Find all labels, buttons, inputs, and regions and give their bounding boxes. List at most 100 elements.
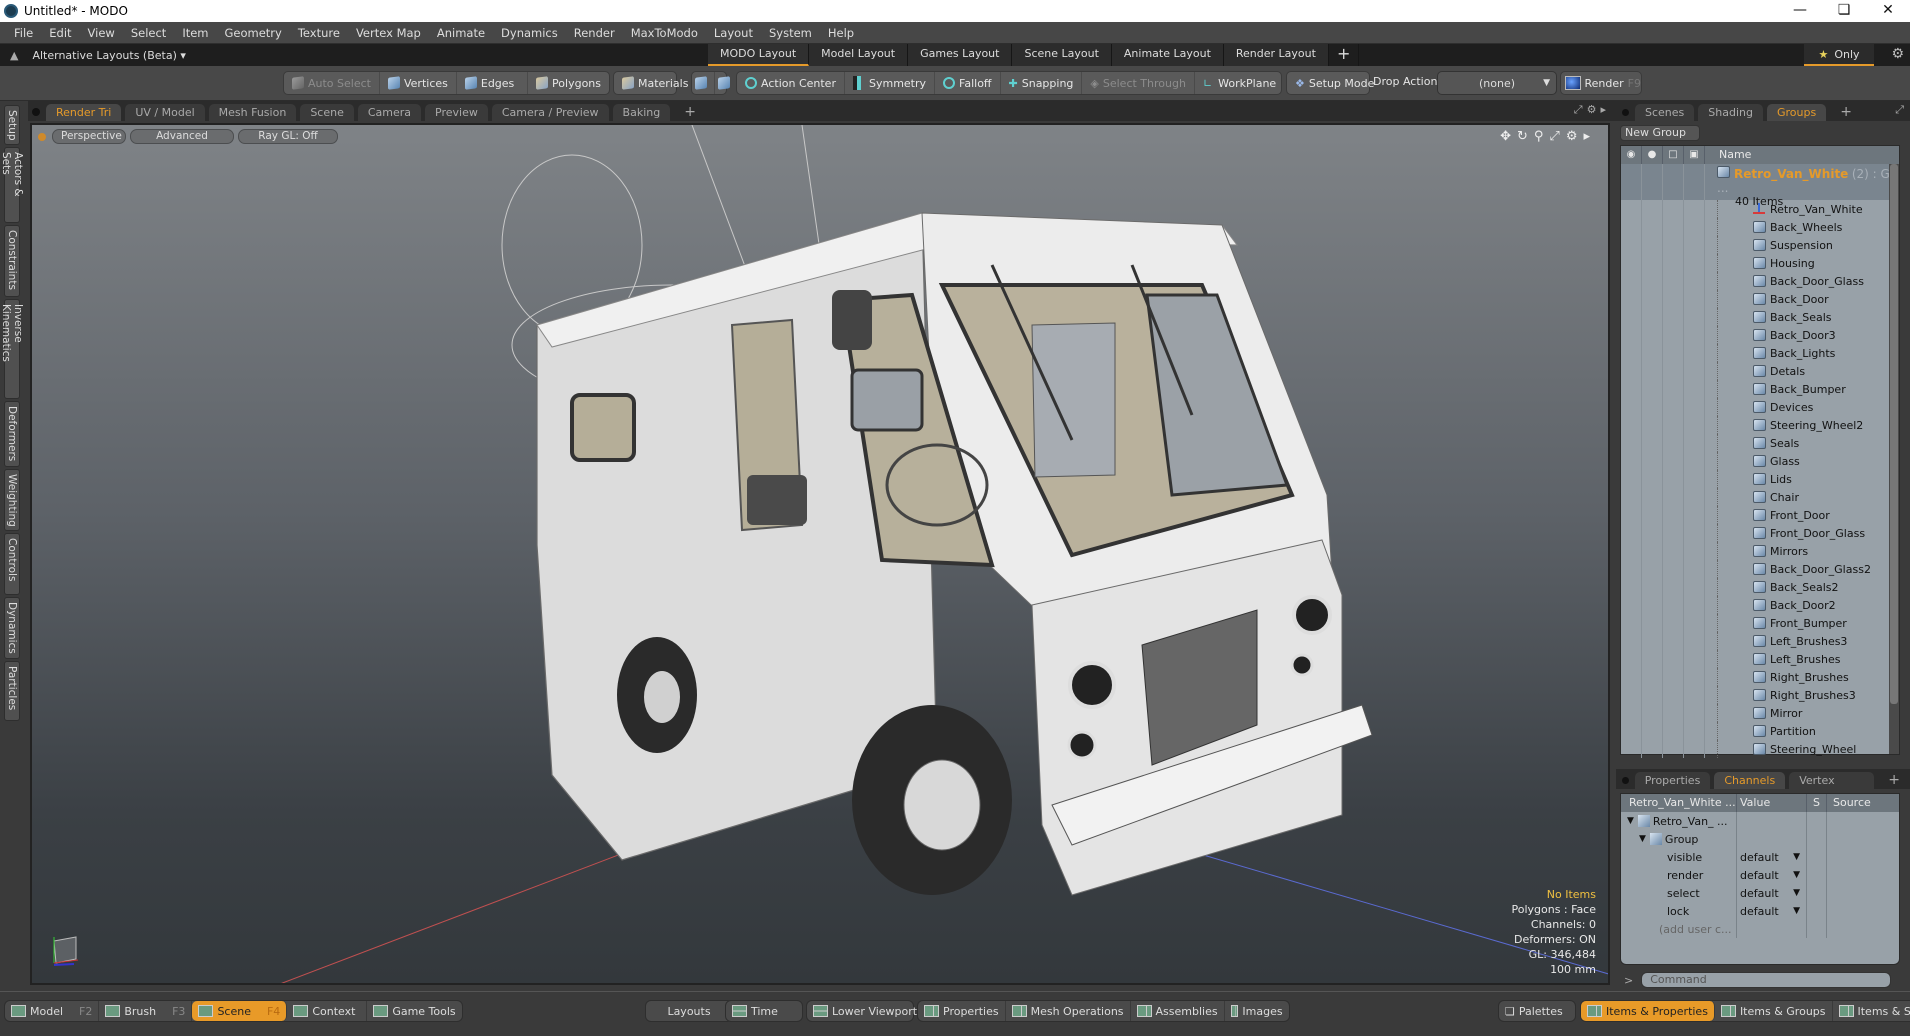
row-toggle-cell[interactable] [1663, 326, 1684, 344]
menu-select[interactable]: Select [123, 26, 174, 40]
row-toggle-cell[interactable] [1684, 434, 1705, 452]
row-toggle-cell[interactable] [1684, 506, 1705, 524]
row-toggle-cell[interactable] [1684, 668, 1705, 686]
row-toggle-cell[interactable] [1663, 506, 1684, 524]
add-viewport-tab-button[interactable]: + [674, 104, 706, 121]
group-item-row[interactable]: Front_Door [1621, 506, 1899, 524]
row-toggle-cell[interactable] [1663, 218, 1684, 236]
row-toggle-cell[interactable] [1642, 614, 1663, 632]
row-toggle-cell[interactable] [1621, 272, 1642, 290]
row-toggle-cell[interactable] [1663, 596, 1684, 614]
menu-item[interactable]: Item [174, 26, 216, 40]
vertices-button[interactable]: Vertices [380, 72, 457, 94]
row-toggle-cell[interactable] [1621, 632, 1642, 650]
row-toggle-cell[interactable] [1684, 704, 1705, 722]
row-toggle-cell[interactable] [1621, 668, 1642, 686]
row-toggle-cell[interactable] [1663, 470, 1684, 488]
row-toggle-cell[interactable] [1663, 254, 1684, 272]
lower-viewports-button[interactable]: Lower Viewports [807, 1001, 929, 1021]
group-item-row[interactable]: Steering_Wheel [1621, 740, 1899, 758]
select-column-icon[interactable]: □ [1663, 146, 1684, 164]
viewport-tab-uv-model[interactable]: UV / Model [125, 104, 205, 121]
group-item-row[interactable]: Lids [1621, 470, 1899, 488]
row-toggle-cell[interactable] [1663, 416, 1684, 434]
expand-triangle-icon[interactable]: ▼ [1639, 834, 1646, 844]
row-toggle-cell[interactable] [1621, 290, 1642, 308]
item-mode-button[interactable] [692, 72, 715, 94]
symmetry-button[interactable]: Symmetry [845, 72, 936, 94]
row-toggle-cell[interactable] [1663, 740, 1684, 758]
layout-tab-scene[interactable]: Scene Layout [1012, 44, 1112, 66]
channel-root-row[interactable]: ▼ Retro_Van_ ... [1621, 812, 1899, 830]
row-toggle-cell[interactable] [1642, 470, 1663, 488]
group-item-row[interactable]: Detals [1621, 362, 1899, 380]
assemblies-button[interactable]: Assemblies [1131, 1001, 1225, 1021]
viewport-tab-preview[interactable]: Preview [425, 104, 488, 121]
row-toggle-cell[interactable] [1621, 488, 1642, 506]
edges-button[interactable]: Edges [457, 72, 529, 94]
camera-icon[interactable] [1642, 164, 1663, 200]
close-button[interactable]: ✕ [1866, 0, 1910, 22]
row-toggle-cell[interactable] [1663, 308, 1684, 326]
row-toggle-cell[interactable] [1642, 398, 1663, 416]
name-column-header[interactable]: Name [1705, 146, 1751, 164]
auto-select-button[interactable]: Auto Select [284, 72, 380, 94]
side-tab-dynamics[interactable]: Dynamics [4, 597, 20, 659]
row-toggle-cell[interactable] [1684, 686, 1705, 704]
palettes-button[interactable]: ❏ Palettes [1499, 1001, 1569, 1021]
row-toggle-cell[interactable] [1642, 308, 1663, 326]
group-item-row[interactable]: Partition [1621, 722, 1899, 740]
tab-groups[interactable]: Groups [1766, 104, 1827, 121]
row-toggle-cell[interactable] [1621, 236, 1642, 254]
row-toggle-cell[interactable] [1621, 506, 1642, 524]
menu-layout[interactable]: Layout [706, 26, 761, 40]
group-item-row[interactable]: Housing [1621, 254, 1899, 272]
render-column-icon[interactable]: ● [1642, 146, 1663, 164]
mode-brush-button[interactable]: Brush F3 [99, 1001, 193, 1021]
workplane-button[interactable]: ∟ WorkPlane [1195, 72, 1284, 94]
layout-tab-animate[interactable]: Animate Layout [1111, 44, 1224, 66]
row-toggle-cell[interactable] [1642, 254, 1663, 272]
gear-icon[interactable]: ⚙ [1891, 46, 1904, 62]
side-tab-weighting[interactable]: Weighting [4, 469, 20, 531]
row-toggle-cell[interactable] [1642, 506, 1663, 524]
row-toggle-cell[interactable] [1684, 614, 1705, 632]
layouts-button[interactable]: Layouts [646, 1001, 732, 1021]
channel-value-select[interactable]: default ▼ [1737, 866, 1807, 884]
row-toggle-cell[interactable] [1663, 578, 1684, 596]
mode-game-tools-button[interactable]: Game Tools [367, 1001, 461, 1021]
row-toggle-cell[interactable] [1684, 560, 1705, 578]
menu-file[interactable]: File [6, 26, 41, 40]
row-toggle-cell[interactable] [1663, 488, 1684, 506]
polygons-button[interactable]: Polygons [528, 72, 609, 94]
group-item-row[interactable]: Left_Brushes [1621, 650, 1899, 668]
row-toggle-cell[interactable] [1621, 218, 1642, 236]
row-toggle-cell[interactable] [1621, 308, 1642, 326]
alternative-layouts-dropdown[interactable]: Alternative Layouts (Beta) ▾ [32, 49, 185, 62]
row-toggle-cell[interactable] [1621, 704, 1642, 722]
row-toggle-cell[interactable] [1642, 650, 1663, 668]
row-toggle-cell[interactable] [1642, 578, 1663, 596]
row-toggle-cell[interactable] [1684, 308, 1705, 326]
tab-shading[interactable]: Shading [1698, 104, 1763, 121]
row-toggle-cell[interactable] [1684, 362, 1705, 380]
channel-row[interactable]: visible default ▼ [1621, 848, 1899, 866]
row-toggle-cell[interactable] [1663, 380, 1684, 398]
row-toggle-cell[interactable] [1642, 380, 1663, 398]
group-item-row[interactable]: Left_Brushes3 [1621, 632, 1899, 650]
row-toggle-cell[interactable] [1663, 686, 1684, 704]
row-toggle-cell[interactable] [1642, 452, 1663, 470]
row-toggle-cell[interactable] [1621, 650, 1642, 668]
group-row[interactable]: Retro_Van_White (2) : Gr ... 40 Items [1621, 164, 1899, 208]
add-panel-tab-button[interactable]: + [1830, 104, 1862, 121]
maximize-icon[interactable]: ⤢ [1895, 103, 1904, 117]
menu-animate[interactable]: Animate [429, 26, 493, 40]
add-user-channel-row[interactable]: (add user c... [1621, 920, 1899, 938]
row-toggle-cell[interactable] [1642, 326, 1663, 344]
menu-vertex-map[interactable]: Vertex Map [348, 26, 429, 40]
channels-col-s[interactable]: S [1807, 794, 1827, 812]
tab-pin-icon[interactable] [1622, 777, 1629, 784]
row-toggle-cell[interactable] [1642, 344, 1663, 362]
group-item-row[interactable]: Mirrors [1621, 542, 1899, 560]
select-through-button[interactable]: ◈ Select Through [1082, 72, 1195, 94]
